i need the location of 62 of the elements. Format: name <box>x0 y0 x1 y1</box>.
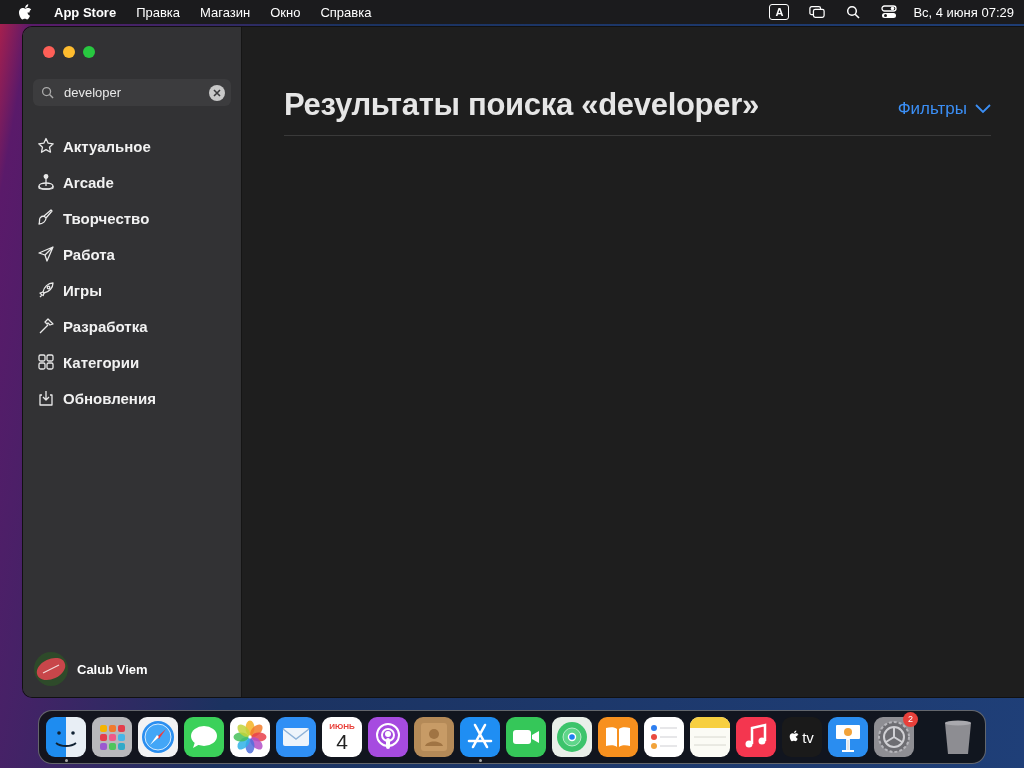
tv-icon[interactable]: tv <box>782 717 822 757</box>
presentation-icon[interactable] <box>828 717 868 757</box>
zoom-button[interactable] <box>83 46 95 58</box>
brush-icon <box>37 209 55 227</box>
app-menu[interactable]: App Store <box>54 4 117 20</box>
account-name[interactable]: Calub Viem <box>77 661 148 677</box>
apple-logo-icon <box>789 730 799 742</box>
smiling-face-icon[interactable] <box>46 717 86 757</box>
joystick-icon <box>37 173 55 191</box>
notification-badge: 2 <box>903 712 918 727</box>
clear-icon[interactable] <box>209 85 225 101</box>
envelope-icon[interactable] <box>276 717 316 757</box>
sidebar-item[interactable]: Работа <box>33 236 231 272</box>
radar-icon[interactable] <box>552 717 592 757</box>
menu-item[interactable]: Окно <box>270 4 301 20</box>
sidebar-item[interactable]: Актуальное <box>33 128 231 164</box>
sidebar-item[interactable]: Arcade <box>33 164 231 200</box>
paper-plane-icon <box>37 245 55 263</box>
control-center-icon[interactable] <box>881 5 898 19</box>
menu-item[interactable]: Справка <box>320 4 372 20</box>
rocket-icon <box>37 281 55 299</box>
sidebar-item[interactable]: Творчество <box>33 200 231 236</box>
music-note-icon[interactable] <box>736 717 776 757</box>
star-icon <box>37 137 55 155</box>
compass-icon[interactable] <box>138 717 178 757</box>
open-book-icon[interactable] <box>598 717 638 757</box>
calendar-icon[interactable]: ИЮНЬ 4 <box>322 717 362 757</box>
search-icon[interactable] <box>845 5 862 19</box>
search-icon <box>41 86 54 99</box>
gear-icon[interactable] <box>874 717 914 757</box>
search-field[interactable]: developer <box>33 79 231 106</box>
input-source-indicator[interactable]: A <box>769 4 790 20</box>
video-camera-icon[interactable] <box>506 717 546 757</box>
menu-clock[interactable]: Вс, 4 июня 07:29 <box>913 4 1014 20</box>
checklist-icon[interactable] <box>644 717 684 757</box>
speech-bubble-icon[interactable] <box>184 717 224 757</box>
filters-button[interactable]: Фильтры <box>897 99 991 119</box>
podcast-icon[interactable] <box>368 717 408 757</box>
menu-item[interactable]: Правка <box>136 4 181 20</box>
apple-logo-icon[interactable] <box>18 4 32 20</box>
page-title: Результаты поиска «developer» <box>284 87 759 123</box>
hammer-icon <box>37 317 55 335</box>
minimize-button[interactable] <box>63 46 75 58</box>
app-grid-icon[interactable] <box>92 717 132 757</box>
chevron-down-icon <box>975 104 991 114</box>
flower-icon[interactable] <box>230 717 270 757</box>
close-button[interactable] <box>43 46 55 58</box>
sidebar-item[interactable]: Категории <box>33 344 231 380</box>
tv-label: tv <box>802 728 814 746</box>
sidebar-item[interactable]: Разработка <box>33 308 231 344</box>
app-store-icon[interactable] <box>460 717 500 757</box>
contact-book-icon[interactable] <box>414 717 454 757</box>
calendar-day: 4 <box>336 730 348 753</box>
sidebar-item[interactable]: Обновления <box>33 380 231 416</box>
download-icon <box>37 389 55 407</box>
grid-icon <box>37 353 55 371</box>
football-avatar[interactable] <box>33 651 69 687</box>
notepad-icon[interactable] <box>690 717 730 757</box>
windows-icon[interactable] <box>809 5 826 19</box>
menu-item[interactable]: Магазин <box>200 4 251 20</box>
sidebar-item[interactable]: Игры <box>33 272 231 308</box>
calendar-month: ИЮНЬ <box>329 721 355 731</box>
